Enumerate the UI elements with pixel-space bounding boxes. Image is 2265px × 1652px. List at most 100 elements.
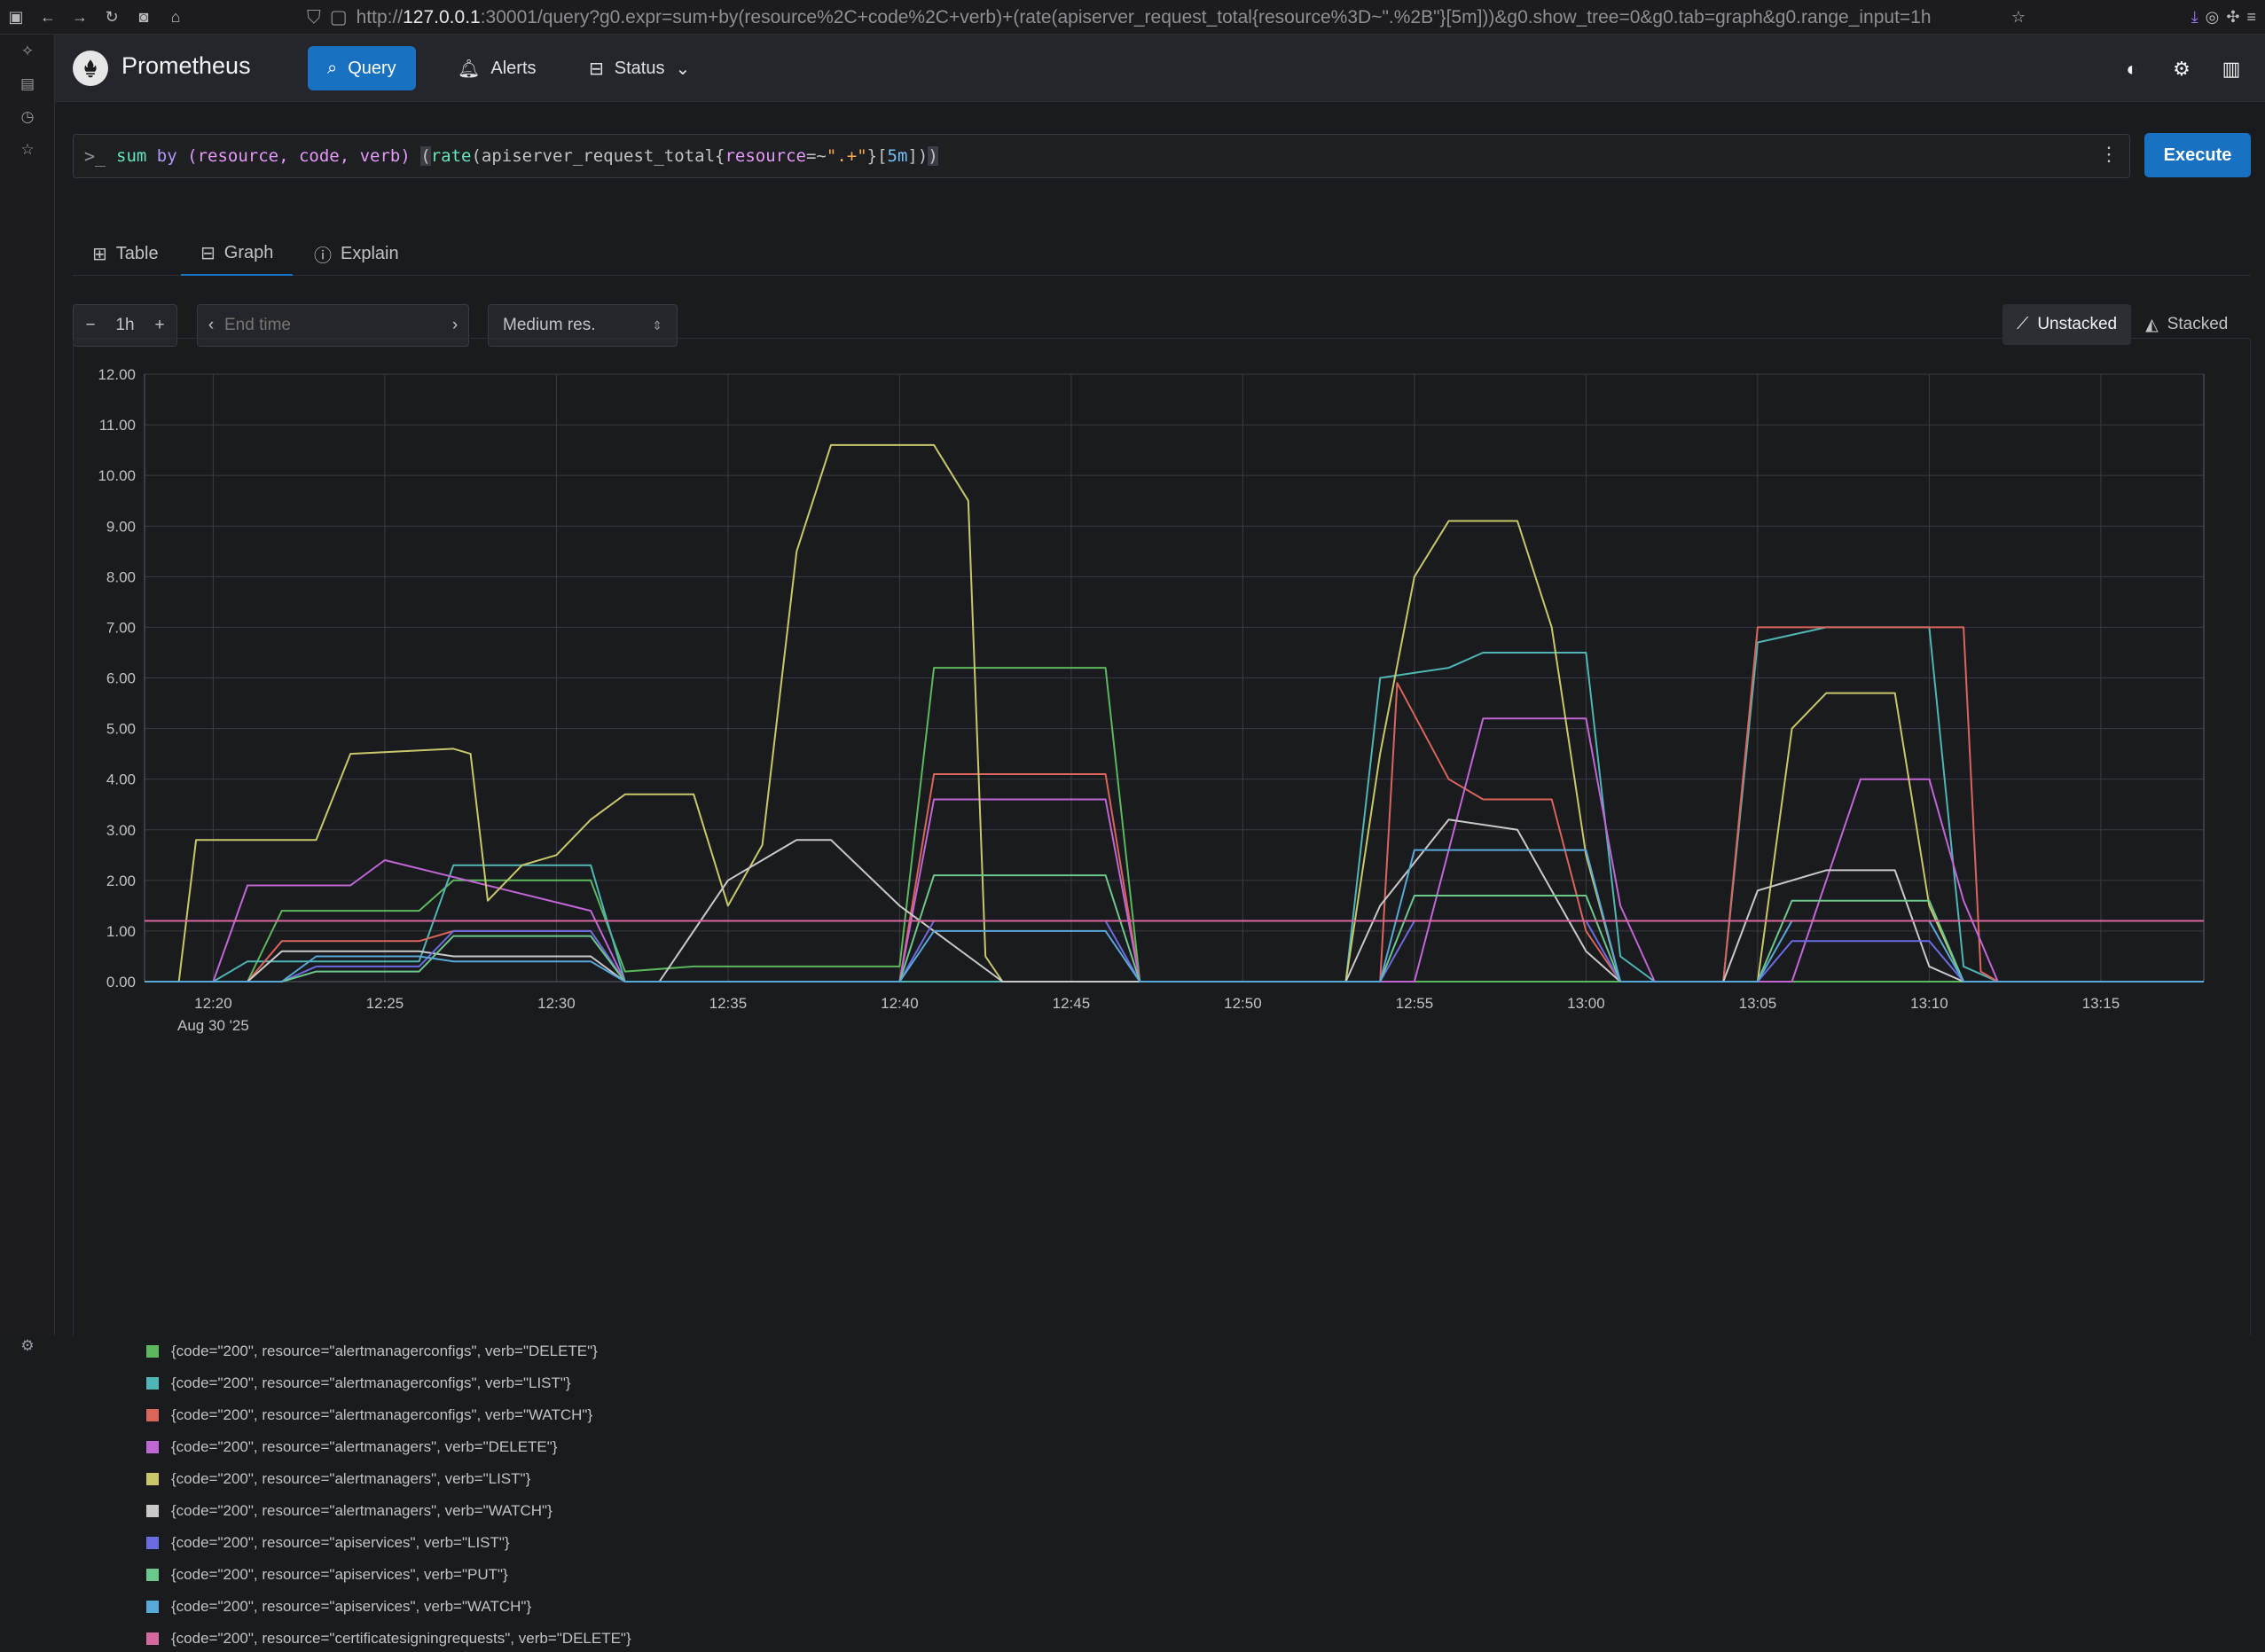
settings-gear-icon[interactable]: ⚙ bbox=[0, 1333, 55, 1359]
shield-icon: ⛉ bbox=[307, 6, 321, 27]
x-tick-label: 12:45 bbox=[1053, 995, 1091, 1012]
legend-item[interactable]: {code="200", resource="alertmanagerconfi… bbox=[146, 1338, 598, 1365]
account-icon[interactable]: ◎ bbox=[2206, 8, 2220, 27]
url-host: 127.0.0.1 bbox=[403, 6, 481, 27]
more-vertical-icon[interactable]: ⋮ bbox=[2099, 144, 2119, 166]
forward-icon[interactable]: → bbox=[64, 0, 96, 35]
url-prefix: http:// bbox=[356, 6, 404, 27]
nav-status-button[interactable]: ⊟ Status ⌄ bbox=[569, 46, 709, 90]
y-tick-label: 12.00 bbox=[98, 366, 136, 383]
legend-swatch bbox=[146, 1345, 159, 1358]
nav-query-button[interactable]: ⌕ Query bbox=[308, 46, 416, 90]
execute-button[interactable]: Execute bbox=[2144, 133, 2251, 177]
query-kw-by: by bbox=[156, 146, 177, 166]
query-fn-sum: sum bbox=[116, 146, 147, 166]
tab-table[interactable]: ⊞ Table bbox=[73, 231, 178, 276]
search-icon: ⌕ bbox=[327, 58, 338, 78]
x-date-label: Aug 30 '25 bbox=[177, 1017, 249, 1034]
legend-swatch bbox=[146, 1537, 159, 1549]
resolution-value: Medium res. bbox=[503, 316, 596, 334]
history-icon[interactable]: ◷ bbox=[0, 100, 55, 133]
legend-item[interactable]: {code="200", resource="apiservices", ver… bbox=[146, 1593, 531, 1620]
back-icon[interactable]: ← bbox=[32, 0, 64, 35]
prometheus-app: Prometheus ⌕ Query 🔔︎ Alerts ⊟ Status ⌄ … bbox=[55, 35, 2265, 1647]
brand-title[interactable]: Prometheus bbox=[121, 52, 251, 80]
chevron-left-icon[interactable]: ‹ bbox=[198, 316, 224, 335]
query-matcher-label: resource bbox=[725, 146, 806, 166]
legend-swatch bbox=[146, 1441, 159, 1453]
legend-label: {code="200", resource="alertmanagers", v… bbox=[171, 1502, 553, 1519]
settings-gear-icon[interactable]: ⚙ bbox=[2164, 51, 2199, 87]
range-decrease-button[interactable]: − bbox=[74, 316, 107, 335]
query-input[interactable]: >_ sum by (resource, code, verb) (rate(a… bbox=[73, 134, 2130, 178]
query-fn-rate: rate bbox=[430, 146, 472, 166]
legend-item[interactable]: {code="200", resource="alertmanagers", v… bbox=[146, 1466, 530, 1492]
time-series-chart[interactable]: 0.00 1.00 2.00 3.00 4.00 5.00 6.00 7.00 8.00 9.00… bbox=[74, 339, 2252, 1048]
x-tick-label: 12:50 bbox=[1224, 995, 1262, 1012]
range-value[interactable]: 1h bbox=[107, 316, 143, 335]
series-line-6 bbox=[145, 920, 2204, 983]
x-tick-label: 13:10 bbox=[1910, 995, 1948, 1012]
tab-table-label: Table bbox=[115, 243, 159, 263]
download-icon[interactable]: ⤓ bbox=[2191, 8, 2198, 27]
stacked-label: Stacked bbox=[2167, 315, 2229, 333]
legend-item[interactable]: {code="200", resource="alertmanagers", v… bbox=[146, 1434, 557, 1460]
legend-item[interactable]: {code="200", resource="alertmanagerconfi… bbox=[146, 1370, 571, 1397]
bookmarks-icon[interactable]: ☆ bbox=[0, 133, 55, 166]
reload-icon[interactable]: ↻ bbox=[96, 0, 128, 35]
legend-item[interactable]: {code="200", resource="certificatesignin… bbox=[146, 1625, 631, 1652]
legend-item[interactable]: {code="200", resource="alertmanagerconfi… bbox=[146, 1402, 592, 1429]
y-tick-label: 3.00 bbox=[106, 822, 136, 839]
tab-explain[interactable]: ⓘ Explain bbox=[294, 231, 419, 276]
nav-alerts-button[interactable]: 🔔︎ Alerts bbox=[438, 46, 556, 90]
query-metric: apiserver_request_total bbox=[481, 146, 716, 166]
prometheus-logo-icon[interactable] bbox=[73, 51, 108, 86]
extensions-icon[interactable]: ✣ bbox=[2226, 8, 2239, 27]
legend-item[interactable]: {code="200", resource="alertmanagers", v… bbox=[146, 1498, 553, 1524]
menu-icon[interactable]: ≡ bbox=[2246, 8, 2256, 27]
x-tick-label: 12:40 bbox=[881, 995, 919, 1012]
legend-label: {code="200", resource="apiservices", ver… bbox=[171, 1534, 510, 1551]
legend-swatch bbox=[146, 1505, 159, 1517]
ai-sparkle-icon[interactable]: ✧ bbox=[0, 35, 55, 67]
query-expression: sum by (resource, code, verb) (rate(apis… bbox=[116, 146, 938, 166]
x-tick-label: 13:05 bbox=[1739, 995, 1777, 1012]
docs-book-icon[interactable]: ▥ bbox=[2214, 51, 2249, 87]
tabs-icon[interactable]: ▤ bbox=[0, 67, 55, 100]
server-icon: ⊟ bbox=[589, 59, 604, 79]
x-tick-label: 13:00 bbox=[1567, 995, 1605, 1012]
area-chart-icon: ◭ bbox=[2145, 315, 2159, 334]
legend-swatch bbox=[146, 1632, 159, 1645]
query-grouping-labels: (resource, code, verb) bbox=[187, 146, 421, 166]
legend-swatch bbox=[146, 1409, 159, 1421]
y-tick-label: 9.00 bbox=[106, 518, 136, 535]
tab-graph[interactable]: ⊟ Graph bbox=[181, 231, 294, 276]
unstacked-label: Unstacked bbox=[2037, 315, 2118, 333]
range-increase-button[interactable]: + bbox=[143, 316, 176, 335]
address-bar[interactable]: ⛉ ▢ http://127.0.0.1:30001/query?g0.expr… bbox=[298, 4, 2036, 31]
home-icon[interactable]: ⌂ bbox=[160, 0, 192, 35]
theme-toggle-icon[interactable]: ◐ bbox=[2114, 51, 2150, 87]
chevron-right-icon[interactable]: › bbox=[442, 316, 468, 335]
x-tick-label: 12:20 bbox=[194, 995, 232, 1012]
tab-explain-label: Explain bbox=[341, 243, 399, 263]
x-tick-label: 12:35 bbox=[709, 995, 748, 1012]
chevron-down-icon: ⌄ bbox=[675, 59, 691, 79]
sidebar-toggle-icon[interactable]: ▣ bbox=[0, 0, 32, 35]
x-tick-label: 12:25 bbox=[366, 995, 404, 1012]
y-tick-label: 5.00 bbox=[106, 721, 136, 738]
query-range: 5m bbox=[887, 146, 908, 166]
x-tick-label: 12:55 bbox=[1396, 995, 1434, 1012]
end-time-input[interactable] bbox=[224, 316, 442, 335]
graph-icon: ⊟ bbox=[200, 243, 216, 263]
legend-label: {code="200", resource="alertmanagerconfi… bbox=[171, 1374, 571, 1391]
legend-item[interactable]: {code="200", resource="apiservices", ver… bbox=[146, 1562, 508, 1588]
line-chart-icon: ⟋ bbox=[2017, 315, 2029, 333]
legend-swatch bbox=[146, 1377, 159, 1390]
legend-swatch bbox=[146, 1601, 159, 1613]
nav-alerts-label: Alerts bbox=[490, 58, 537, 78]
legend-item[interactable]: {code="200", resource="apiservices", ver… bbox=[146, 1530, 510, 1556]
bookmark-star-icon[interactable]: ☆ bbox=[2011, 8, 2026, 27]
graph-panel: 0.00 1.00 2.00 3.00 4.00 5.00 6.00 7.00 8.00 9.00… bbox=[73, 338, 2252, 1647]
screenshot-icon[interactable]: ◙ bbox=[128, 0, 160, 35]
